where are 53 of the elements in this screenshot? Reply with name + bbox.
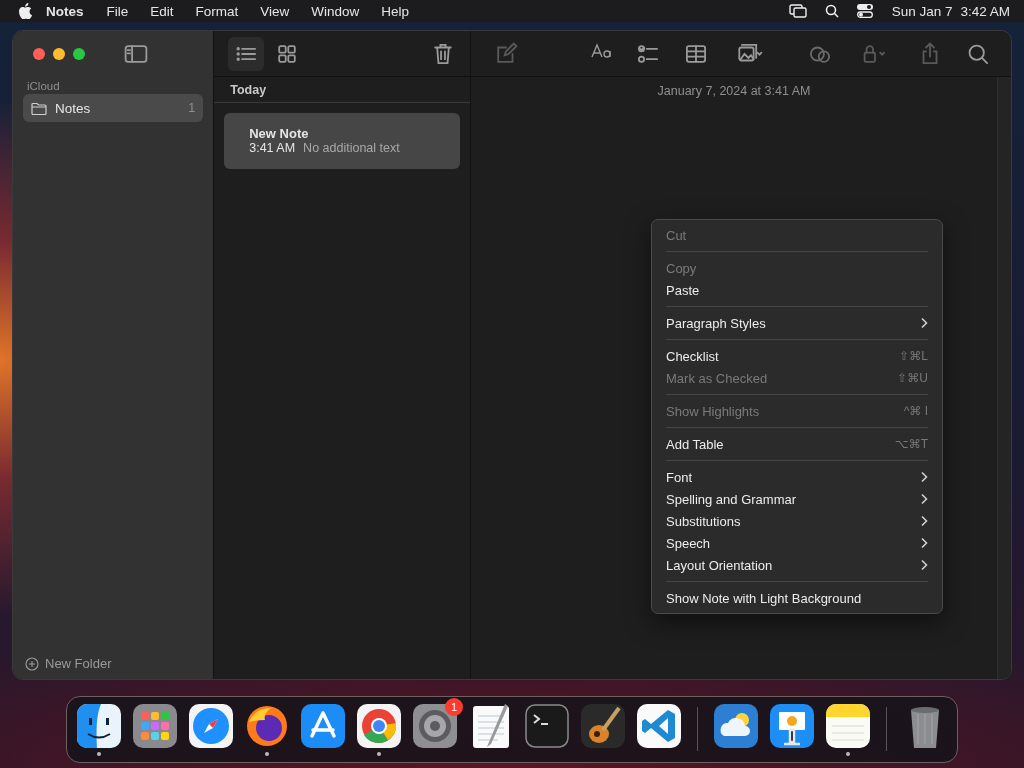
menu-item[interactable]: Paste <box>652 279 942 301</box>
menu-item[interactable]: Help <box>370 3 421 19</box>
compass-icon[interactable] <box>187 702 235 750</box>
gear-icon[interactable] <box>411 702 459 750</box>
smiling-face-icon[interactable] <box>75 702 123 750</box>
note-item[interactable]: New Note 3:41 AM No additional text <box>224 113 460 169</box>
minimize-button[interactable] <box>53 48 65 60</box>
zoom-button[interactable] <box>73 48 85 60</box>
note-date: January 7, 2024 at 3:41 AM <box>657 83 811 98</box>
menu-bar-clock[interactable]: 3:42 AM <box>960 3 1010 19</box>
apple-logo-icon[interactable] <box>18 3 32 19</box>
menu-item[interactable]: Window <box>300 3 371 19</box>
notification-badge: 1 <box>445 698 463 716</box>
code-editor-icon[interactable] <box>635 702 683 750</box>
menu-item[interactable]: Checklist ⇧⌘L <box>652 345 942 367</box>
toggles-icon[interactable] <box>856 4 873 18</box>
app-menu[interactable]: Notes <box>32 3 96 19</box>
presentation-icon[interactable] <box>768 702 816 750</box>
plus-circle-icon <box>25 656 39 671</box>
menu-item[interactable]: Format <box>184 3 250 19</box>
menu-item[interactable]: Show Note with Light Background <box>652 587 942 609</box>
terminal-icon[interactable] <box>523 702 571 750</box>
guitar-icon[interactable] <box>579 702 627 750</box>
list-view-icon[interactable] <box>228 36 265 71</box>
menu-item[interactable]: Speech <box>652 532 942 554</box>
folder-icon <box>31 101 47 115</box>
menu-item[interactable]: File <box>95 3 140 19</box>
note-time: 3:41 AM <box>249 141 296 155</box>
menu-item[interactable]: Spelling and Grammar <box>652 488 942 510</box>
menu-item[interactable]: View <box>249 3 301 19</box>
note-count: 1 <box>188 101 196 115</box>
folder-item[interactable]: Notes 1 <box>23 94 204 122</box>
app-grid-icon[interactable] <box>131 702 179 750</box>
letter-a-icon[interactable] <box>299 702 347 750</box>
search-icon[interactable] <box>824 4 839 18</box>
menu-item[interactable]: Add Table ⌥⌘T <box>652 433 942 455</box>
close-button[interactable] <box>33 48 45 60</box>
scrollbar-track[interactable] <box>997 77 1011 679</box>
notepad-icon[interactable] <box>824 702 872 750</box>
new-folder-button[interactable]: New Folder <box>23 654 114 673</box>
folder-name: Notes <box>55 100 92 116</box>
note-preview: No additional text <box>303 141 400 155</box>
windows-icon[interactable] <box>788 4 807 18</box>
section-header: iCloud <box>26 79 61 92</box>
menu-item[interactable]: Font <box>652 466 942 488</box>
menu-item[interactable]: Substitutions <box>652 510 942 532</box>
menu-item[interactable]: Paragraph Styles <box>652 312 942 334</box>
cloud-sun-icon[interactable] <box>712 702 760 750</box>
note-title: New Note <box>249 126 310 141</box>
menu-item[interactable]: Layout Orientation <box>652 554 942 576</box>
menu-bar-date[interactable]: Sun Jan 7 <box>881 3 961 19</box>
date-group-header: Today <box>214 77 470 103</box>
menu-item[interactable]: Edit <box>139 3 185 19</box>
